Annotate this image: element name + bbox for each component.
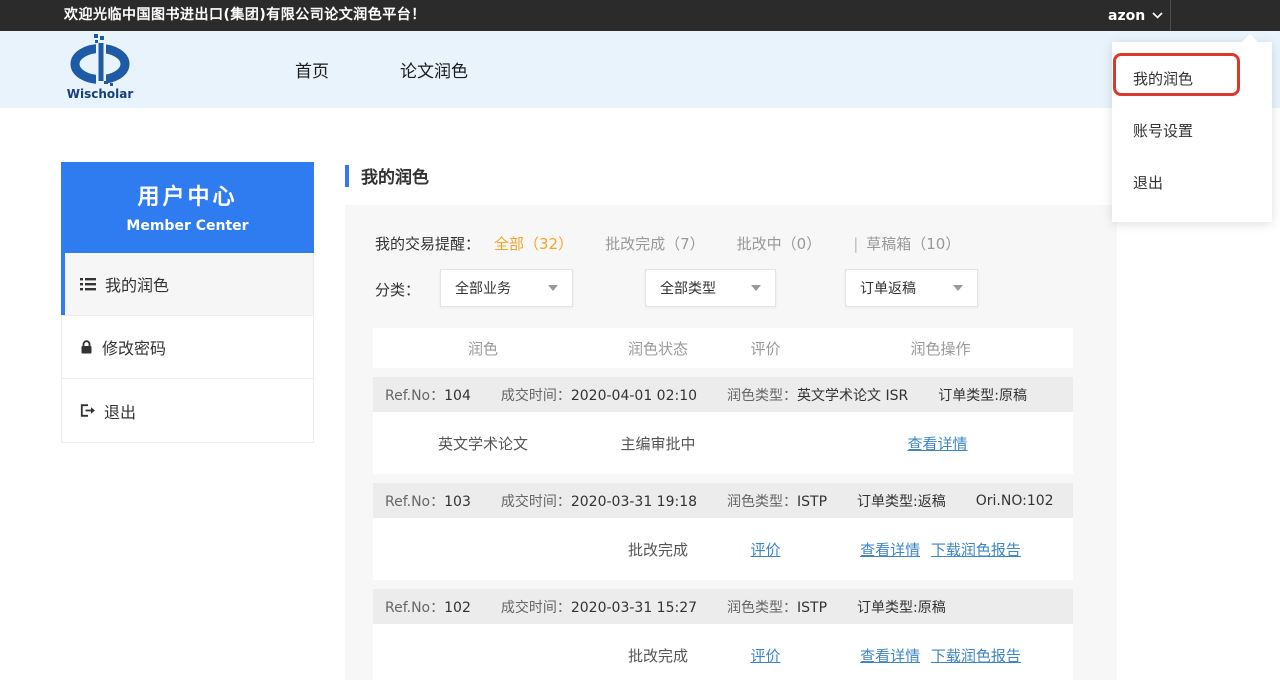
dropdown-arrow-icon xyxy=(953,285,963,291)
view-details-link[interactable]: 查看详情 xyxy=(907,435,967,453)
transaction-reminder: 我的交易提醒： 全部（32） 批改完成（7） 批改中（0） | 草稿箱（10） xyxy=(375,233,992,254)
user-dropdown-trigger[interactable]: azon xyxy=(1108,0,1163,31)
table-row: Ref.No：104 成交时间：2020-04-01 02:10 润色类型：英文… xyxy=(373,377,1073,474)
download-report-link[interactable]: 下载润色报告 xyxy=(931,541,1021,559)
logout-icon xyxy=(80,404,95,417)
cell-name: 英文学术论文 xyxy=(437,434,528,453)
evaluate-link[interactable]: 评价 xyxy=(750,647,780,665)
sidebar-item-label: 修改密码 xyxy=(102,339,167,358)
row-meta: Ref.No：103 成交时间：2020-03-31 19:18 润色类型：IS… xyxy=(373,483,1073,518)
cell-status: 主编审批中 xyxy=(620,434,696,453)
select-order-return[interactable]: 订单返稿 xyxy=(845,269,978,307)
select-value: 订单返稿 xyxy=(860,281,916,297)
sidebar: 用户中心 Member Center 我的润色 修改密码 退出 xyxy=(61,162,314,443)
cell-status: 批改完成 xyxy=(627,646,688,665)
reminder-separator: | xyxy=(853,234,859,253)
wischolar-logo-icon xyxy=(70,34,130,86)
list-icon xyxy=(80,277,96,291)
table-row: Ref.No：103 成交时间：2020-03-31 19:18 润色类型：IS… xyxy=(373,483,1073,580)
sidebar-item-label: 退出 xyxy=(104,402,137,422)
member-center-header: 用户中心 Member Center xyxy=(61,162,314,253)
select-value: 全部业务 xyxy=(455,281,511,297)
sidebar-item-change-password[interactable]: 修改密码 xyxy=(62,316,313,379)
select-value: 全部类型 xyxy=(660,281,716,297)
column-header-status: 润色状态 xyxy=(627,339,688,358)
sidebar-item-label: 我的润色 xyxy=(105,276,170,295)
user-dropdown-menu: 我的润色 账号设置 退出 xyxy=(1112,34,1272,222)
chevron-down-icon xyxy=(1152,12,1163,19)
menu-item-account-settings[interactable]: 账号设置 xyxy=(1112,104,1272,156)
logo-text: Wischolar xyxy=(66,87,134,101)
lock-icon xyxy=(80,340,93,354)
row-body: 批改完成 评价 查看详情 下载润色报告 xyxy=(373,518,1073,580)
page: 欢迎光临中国图书进出口(集团)有限公司论文润色平台！ azon Wischola… xyxy=(0,0,1280,680)
view-details-link[interactable]: 查看详情 xyxy=(860,647,920,665)
menu-item-my-polish[interactable]: 我的润色 xyxy=(1112,52,1272,104)
row-body: 英文学术论文 主编审批中 查看详情 xyxy=(373,412,1073,474)
download-report-link[interactable]: 下载润色报告 xyxy=(931,647,1021,665)
sidebar-item-logout[interactable]: 退出 xyxy=(62,379,313,442)
page-title-text: 我的润色 xyxy=(361,168,429,188)
reminder-tab-drafts[interactable]: 草稿箱（10） xyxy=(866,233,960,254)
column-header-evaluate: 评价 xyxy=(750,339,781,358)
header: Wischolar 首页 论文润色 xyxy=(0,31,1280,108)
reminder-tab-all[interactable]: 全部（32） xyxy=(494,233,573,254)
content-panel: 我的交易提醒： 全部（32） 批改完成（7） 批改中（0） | 草稿箱（10） … xyxy=(345,205,1117,680)
row-meta: Ref.No：102 成交时间：2020-03-31 15:27 润色类型：IS… xyxy=(373,589,1073,624)
row-meta: Ref.No：104 成交时间：2020-04-01 02:10 润色类型：英文… xyxy=(373,377,1073,412)
orders-table: 润色 润色状态 评价 润色操作 Ref.No：104 成交时间：2020-04-… xyxy=(373,328,1073,680)
select-business-type[interactable]: 全部业务 xyxy=(440,269,573,307)
filter-label: 分类： xyxy=(375,281,421,299)
title-accent-bar xyxy=(345,164,349,187)
table-row: Ref.No：102 成交时间：2020-03-31 15:27 润色类型：IS… xyxy=(373,589,1073,680)
evaluate-link[interactable]: 评价 xyxy=(750,541,780,559)
view-details-link[interactable]: 查看详情 xyxy=(860,541,920,559)
row-body: 批改完成 评价 查看详情 下载润色报告 xyxy=(373,624,1073,680)
welcome-text: 欢迎光临中国图书进出口(集团)有限公司论文润色平台！ xyxy=(64,7,426,23)
cell-status: 批改完成 xyxy=(627,540,688,559)
nav-paper-polish[interactable]: 论文润色 xyxy=(400,31,468,108)
column-header-actions: 润色操作 xyxy=(910,339,971,358)
reminder-label: 我的交易提醒： xyxy=(375,235,481,253)
dropdown-arrow-icon xyxy=(548,285,558,291)
member-center-title: 用户中心 xyxy=(137,185,238,210)
nav-home[interactable]: 首页 xyxy=(295,31,329,108)
menu-item-logout[interactable]: 退出 xyxy=(1112,156,1272,208)
logo[interactable]: Wischolar xyxy=(56,34,144,101)
reminder-tab-in-progress[interactable]: 批改中（0） xyxy=(737,233,822,254)
sidebar-item-my-polish[interactable]: 我的润色 xyxy=(61,253,313,316)
dropdown-arrow-icon xyxy=(751,285,761,291)
reminder-tab-completed[interactable]: 批改完成（7） xyxy=(605,233,705,254)
page-title: 我的润色 xyxy=(345,163,429,188)
member-center-subtitle: Member Center xyxy=(126,218,249,234)
menu-notch xyxy=(1242,34,1258,42)
topbar-divider xyxy=(1170,0,1171,31)
table-header: 润色 润色状态 评价 润色操作 xyxy=(373,328,1073,368)
select-type[interactable]: 全部类型 xyxy=(645,269,776,307)
username: azon xyxy=(1108,7,1146,24)
column-header-polish: 润色 xyxy=(467,339,498,358)
topbar: 欢迎光临中国图书进出口(集团)有限公司论文润色平台！ azon xyxy=(0,0,1280,31)
sidebar-items: 我的润色 修改密码 退出 xyxy=(61,253,314,443)
